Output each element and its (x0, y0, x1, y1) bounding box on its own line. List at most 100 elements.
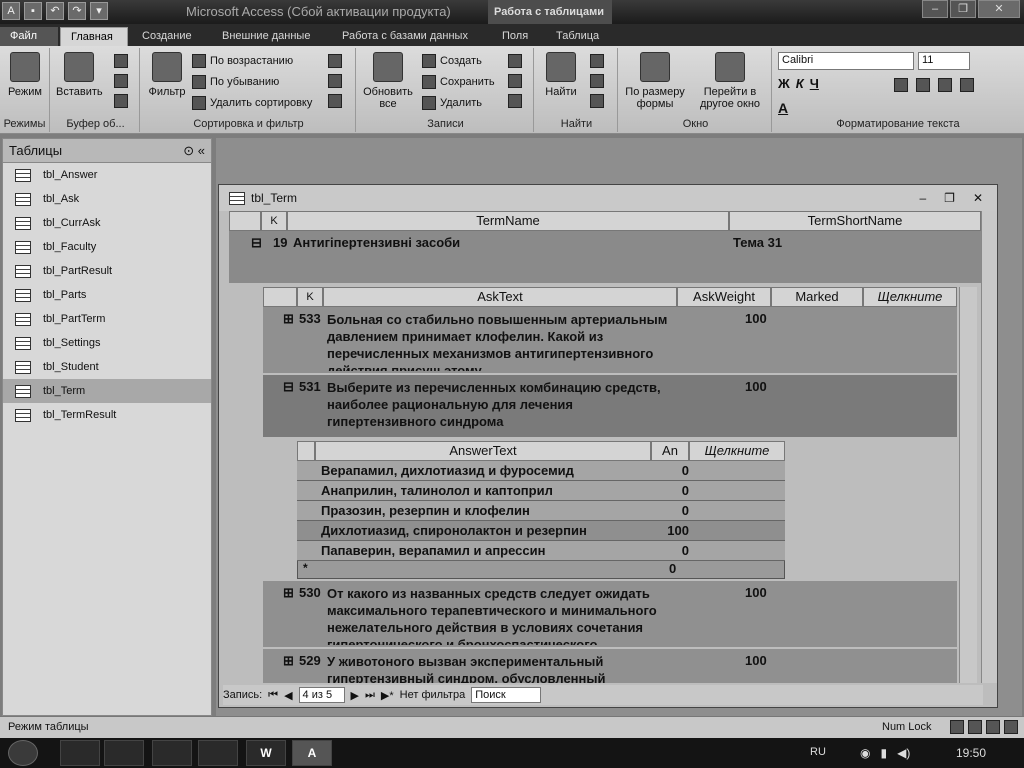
nav-item[interactable]: tbl_Answer (3, 163, 211, 187)
search-input[interactable]: Поиск (471, 687, 542, 703)
clock[interactable]: 19:50 (956, 746, 986, 760)
nav-item[interactable]: tbl_TermResult (3, 403, 211, 427)
doc-minimize-icon[interactable]: – (919, 191, 926, 205)
new-record-button[interactable]: Создать (422, 52, 495, 70)
last-record-icon[interactable]: ⏭ (365, 689, 375, 702)
font-size-select[interactable]: 11 (918, 52, 970, 70)
access-app-icon[interactable]: A (2, 2, 20, 20)
ask-expander[interactable]: ⊞ (283, 585, 294, 601)
doc-restore-icon[interactable]: ❐ (944, 191, 955, 205)
first-record-icon[interactable]: ⏮ (268, 689, 278, 702)
doc-close-icon[interactable]: ✕ (973, 191, 983, 205)
redo-icon[interactable]: ↷ (68, 2, 86, 20)
select-icon[interactable] (590, 94, 604, 108)
advanced-filter-icon[interactable] (328, 74, 342, 88)
cut-icon[interactable] (114, 54, 128, 68)
answer-header-text[interactable]: AnswerText (315, 441, 651, 461)
ask-select-all[interactable] (263, 287, 297, 307)
network-icon[interactable]: ▮ (880, 746, 887, 760)
answer-row[interactable]: Анаприлин, талинолол и каптоприл 0 (297, 481, 785, 501)
prev-record-icon[interactable]: ◀ (284, 689, 292, 702)
filter-button[interactable]: Фильтр (144, 52, 190, 98)
nav-item[interactable]: tbl_Student (3, 355, 211, 379)
taskbar-app-icon[interactable] (198, 740, 238, 766)
tab-home[interactable]: Главная (60, 27, 128, 46)
term-header-k[interactable]: K (261, 211, 287, 231)
ask-header-k[interactable]: K (297, 287, 323, 307)
align-left-icon[interactable] (894, 78, 908, 92)
tab-external-data[interactable]: Внешние данные (212, 27, 320, 46)
pivot-chart-icon[interactable] (986, 720, 1000, 734)
close-icon[interactable]: ✕ (978, 0, 1020, 18)
answer-header-click[interactable]: Щелкните (689, 441, 785, 461)
maximize-icon[interactable]: ❐ (950, 0, 976, 18)
start-button[interactable] (8, 740, 38, 766)
font-select[interactable]: Calibri (778, 52, 914, 70)
nav-item[interactable]: tbl_Term (3, 379, 211, 403)
design-view-icon[interactable] (1004, 720, 1018, 734)
nav-item[interactable]: tbl_Ask (3, 187, 211, 211)
term-row-expander[interactable]: ⊟ (251, 235, 262, 251)
next-record-icon[interactable]: ▶ (351, 689, 359, 702)
ask-header-askweight[interactable]: AskWeight (677, 287, 771, 307)
underline-button[interactable]: Ч (810, 76, 819, 91)
save-record-button[interactable]: Сохранить (422, 73, 495, 91)
tab-file[interactable]: Файл (0, 27, 58, 46)
customize-qat-icon[interactable]: ▾ (90, 2, 108, 20)
refresh-all-button[interactable]: Обновить все (362, 52, 414, 110)
new-row-value[interactable]: 0 (669, 561, 676, 576)
tray-icon[interactable]: ◉ (860, 746, 870, 760)
italic-button[interactable]: К (796, 76, 804, 91)
taskbar-access-icon[interactable]: A (292, 740, 332, 766)
save-icon[interactable]: ▪ (24, 2, 42, 20)
tab-fields[interactable]: Поля (492, 27, 538, 46)
answer-row[interactable]: Верапамил, дихлотиазид и фуросемид 0 (297, 461, 785, 481)
record-position-input[interactable]: 4 из 5 (298, 687, 345, 703)
totals-icon[interactable] (508, 54, 522, 68)
spelling-icon[interactable] (508, 74, 522, 88)
view-button[interactable]: Режим (2, 52, 48, 98)
tab-create[interactable]: Создание (132, 27, 202, 46)
new-record-nav-icon[interactable]: ▶* (381, 689, 394, 702)
align-right-icon[interactable] (938, 78, 952, 92)
sort-asc-button[interactable]: По возрастанию (192, 52, 312, 70)
volume-icon[interactable]: ◀) (897, 746, 910, 760)
ask-header-asktext[interactable]: AskText (323, 287, 677, 307)
undo-icon[interactable]: ↶ (46, 2, 64, 20)
format-painter-icon[interactable] (114, 94, 128, 108)
goto-icon[interactable] (590, 74, 604, 88)
taskbar-media-icon[interactable] (152, 740, 192, 766)
bold-button[interactable]: Ж (778, 76, 790, 91)
delete-record-button[interactable]: Удалить (422, 94, 495, 112)
tab-table[interactable]: Таблица (546, 27, 609, 46)
answer-header-an[interactable]: An (651, 441, 689, 461)
taskbar-ie-icon[interactable] (60, 740, 100, 766)
nav-item[interactable]: tbl_PartTerm (3, 307, 211, 331)
sort-desc-button[interactable]: По убыванию (192, 73, 312, 91)
more-icon[interactable] (508, 94, 522, 108)
switch-window-button[interactable]: Перейти в другое окно (692, 52, 768, 110)
term-select-all[interactable] (229, 211, 261, 231)
outer-scrollbar[interactable] (981, 211, 997, 683)
nav-item[interactable]: tbl_Faculty (3, 235, 211, 259)
language-indicator[interactable]: RU (810, 746, 826, 758)
remove-sort-button[interactable]: Удалить сортировку (192, 94, 312, 112)
datasheet-view-icon[interactable] (950, 720, 964, 734)
ask-expander[interactable]: ⊟ (283, 379, 294, 395)
replace-icon[interactable] (590, 54, 604, 68)
nav-item[interactable]: tbl_CurrAsk (3, 211, 211, 235)
selection-filter-icon[interactable] (328, 54, 342, 68)
nav-item[interactable]: tbl_Settings (3, 331, 211, 355)
nav-item[interactable]: tbl_PartResult (3, 259, 211, 283)
filter-status[interactable]: Нет фильтра (400, 689, 466, 701)
ask-header-click[interactable]: Щелкните (863, 287, 957, 307)
minimize-icon[interactable]: – (922, 0, 948, 18)
pivot-table-icon[interactable] (968, 720, 982, 734)
nav-item[interactable]: tbl_Parts (3, 283, 211, 307)
ask-expander[interactable]: ⊞ (283, 653, 294, 669)
toggle-filter-icon[interactable] (328, 94, 342, 108)
nav-collapse-icon[interactable]: ⊙ « (183, 143, 205, 159)
gridlines-icon[interactable] (960, 78, 974, 92)
font-color-button[interactable]: А (778, 100, 788, 116)
paste-button[interactable]: Вставить (56, 52, 103, 98)
